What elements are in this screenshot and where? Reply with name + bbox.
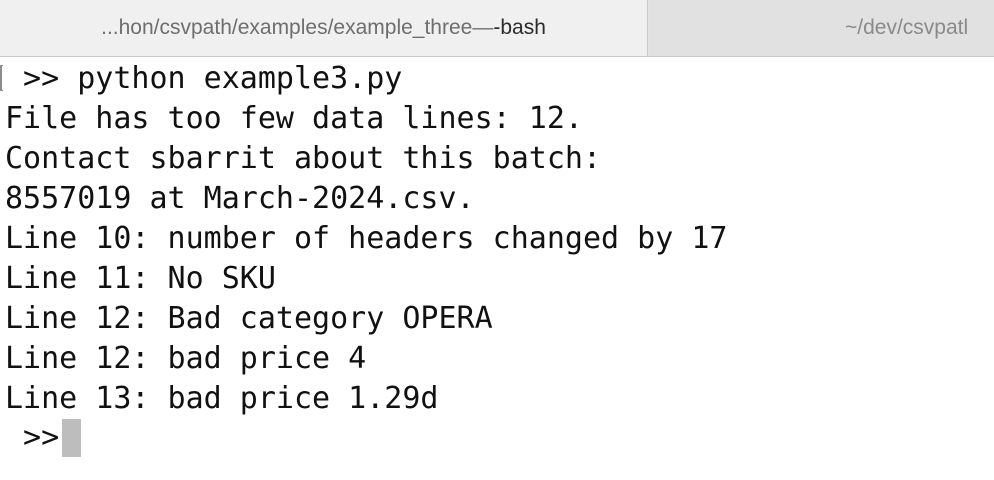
output-line: Contact sbarrit about this batch: — [5, 141, 602, 176]
prompt-line[interactable]: >> — [5, 418, 82, 458]
block-cursor-icon — [62, 419, 82, 457]
output-line: Line 10: number of headers changed by 17 — [5, 221, 728, 256]
tab-title-path: ~/dev/csvpatl — [845, 16, 969, 39]
output-line: File has too few data lines: 12. — [5, 101, 583, 136]
prompt-symbol: >> — [5, 420, 60, 455]
terminal-window: ...hon/csvpath/examples/example_three — … — [0, 0, 994, 480]
output-line: Line 11: No SKU — [5, 261, 276, 296]
command-line: >> python example3.py — [5, 61, 403, 96]
output-line: Line 12: Bad category OPERA — [5, 301, 493, 336]
output-line: Line 13: bad price 1.29d — [5, 381, 439, 416]
terminal-output[interactable]: >> python example3.py File has too few d… — [0, 57, 994, 480]
tab-title-separator: — — [472, 16, 494, 39]
output-line: Line 12: bad price 4 — [5, 341, 367, 376]
tab-title-path: ...hon/csvpath/examples/example_three — [101, 16, 473, 39]
tab-dev-csvpath[interactable]: ~/dev/csvpatl — [649, 0, 994, 56]
scroll-mark-icon — [0, 65, 3, 91]
output-line: 8557019 at March-2024.csv. — [5, 181, 475, 216]
tab-bar: ...hon/csvpath/examples/example_three — … — [0, 0, 994, 57]
tab-title-process: -bash — [493, 16, 546, 39]
tab-example-three-bash[interactable]: ...hon/csvpath/examples/example_three — … — [0, 0, 648, 56]
